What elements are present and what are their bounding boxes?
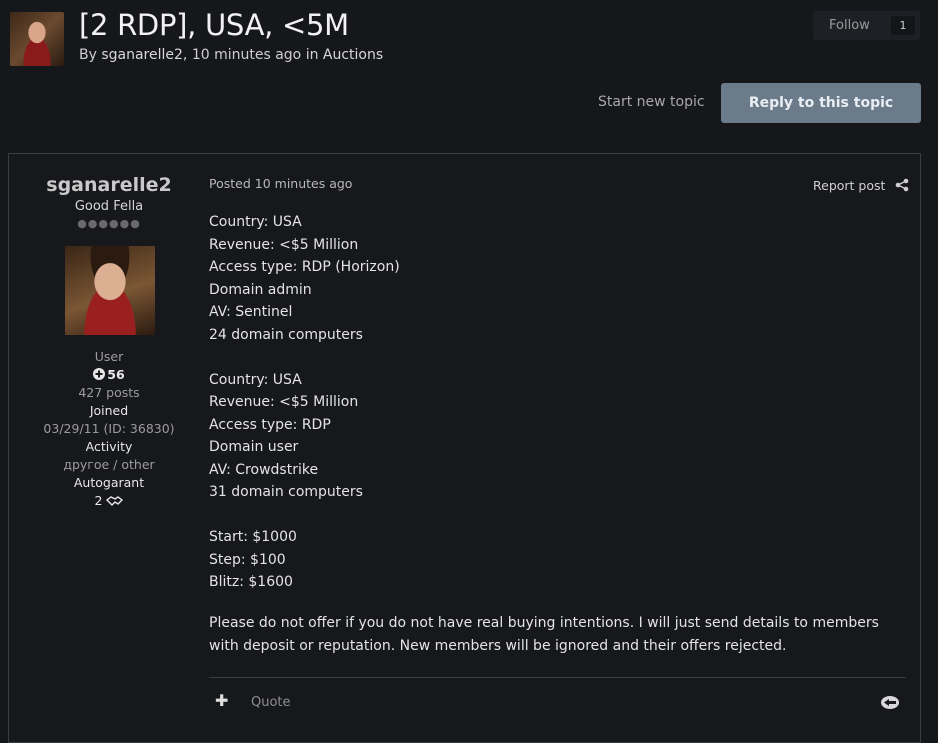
autogarant-label: Autogarant xyxy=(73,475,145,490)
post-author-name[interactable]: sganarelle2 xyxy=(9,174,209,196)
post-container: sganarelle2 Good Fella ●●●●●● User 56 42… xyxy=(8,153,921,743)
body-line: Domain user xyxy=(209,439,299,455)
topic-meta: By sganarelle2, 10 minutes ago in Auctio… xyxy=(79,47,383,63)
reply-to-topic-button[interactable]: Reply to this topic xyxy=(721,83,921,123)
author-group: User xyxy=(94,349,124,364)
handshake-icon xyxy=(106,496,124,506)
meta-time: , 10 minutes ago in xyxy=(182,47,323,63)
share-icon[interactable] xyxy=(895,178,909,192)
author-rank: Good Fella xyxy=(74,199,144,214)
follow-button[interactable]: Follow 1 xyxy=(813,11,920,40)
joined-label: Joined xyxy=(89,403,129,418)
body-line: 31 domain computers xyxy=(209,484,363,500)
body-line: AV: Crowdstrike xyxy=(209,461,319,478)
follow-label: Follow xyxy=(829,18,870,33)
autogarant-count: 2 xyxy=(94,493,103,508)
body-line: Access type: RDP (Horizon) xyxy=(209,259,400,275)
meta-author-link[interactable]: sganarelle2 xyxy=(101,47,183,63)
follow-count-badge: 1 xyxy=(891,16,915,35)
body-line: Domain admin xyxy=(209,281,312,298)
author-reputation: 56 xyxy=(9,367,209,382)
topic-author-avatar[interactable] xyxy=(10,12,64,66)
body-line: 24 domain computers xyxy=(209,326,363,343)
body-blank-line xyxy=(209,504,909,527)
body-line: Step: $100 xyxy=(209,551,286,568)
meta-by: By xyxy=(79,47,102,63)
post-author-avatar[interactable] xyxy=(65,246,155,335)
quote-button[interactable]: Quote xyxy=(251,695,291,710)
rank-pips: ●●●●●● xyxy=(77,217,141,230)
post-body: Country: USA Revenue: <$5 Million Access… xyxy=(209,211,909,594)
report-post-link[interactable]: Report post xyxy=(813,178,885,193)
start-new-topic-link[interactable]: Start new topic xyxy=(598,94,705,110)
reaction-icon[interactable] xyxy=(880,695,900,710)
post-timestamp: Posted 10 minutes ago xyxy=(209,176,352,191)
joined-value: 03/29/11 (ID: 36830) xyxy=(43,421,175,436)
activity-label: Activity xyxy=(85,439,133,454)
autogarant-value: 2 xyxy=(9,493,209,508)
body-line: Country: USA xyxy=(209,371,302,388)
post-footer-divider xyxy=(209,677,906,678)
body-line: Access type: RDP xyxy=(209,416,331,433)
topic-title: [2 RDP], USA, <5M xyxy=(79,8,349,42)
body-blank-line xyxy=(209,346,909,369)
body-line: Country: USA xyxy=(209,214,302,230)
reputation-value: 56 xyxy=(107,367,125,382)
body-line: AV: Sentinel xyxy=(209,304,293,320)
body-line: Revenue: <$5 Million xyxy=(209,394,359,410)
plus-circle-icon xyxy=(93,368,106,380)
meta-forum-link[interactable]: Auctions xyxy=(323,47,383,63)
posted-time[interactable]: 10 minutes ago xyxy=(255,176,353,191)
multiquote-plus-icon[interactable]: ✚ xyxy=(215,691,228,710)
posted-prefix: Posted xyxy=(209,176,255,191)
author-post-count: 427 posts xyxy=(78,385,140,400)
post-paragraph: Please do not offer if you do not have r… xyxy=(209,615,879,654)
body-line: Revenue: <$5 Million xyxy=(209,236,359,253)
body-line: Blitz: $1600 xyxy=(209,574,293,590)
activity-value: другое / other xyxy=(63,457,155,472)
body-line: Start: $1000 xyxy=(209,529,297,545)
